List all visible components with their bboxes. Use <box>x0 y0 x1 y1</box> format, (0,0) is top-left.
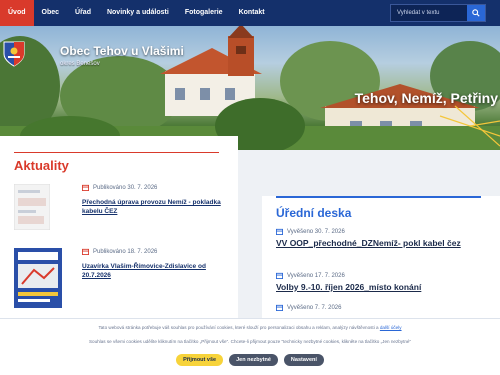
calendar-icon <box>276 272 283 279</box>
board-link[interactable]: VV OOP_přechodné_DZNemíž- pokl kabel čez <box>276 238 486 248</box>
news-date: Publikováno 30. 7. 2026 <box>82 184 157 191</box>
news-divider <box>14 152 219 153</box>
necessary-only-button[interactable]: Jen nezbytné <box>229 354 278 366</box>
site-title-block: Obec Tehov u Vlašimi okres Benešov <box>60 44 184 67</box>
news-link[interactable]: Uzavírka Vlašim-Římovice-Zdislavice od 2… <box>82 262 232 280</box>
search-input[interactable]: Vyhledat v textu <box>391 10 467 16</box>
news-date-text: Publikováno 30. 7. 2026 <box>93 184 158 191</box>
cookie-text-main: Tato webová stránka potřebuje váš souhla… <box>98 325 379 330</box>
board-date-text: Vyvěšeno 30. 7. 2026 <box>287 228 345 235</box>
board-link[interactable]: Volby 9.-10. říjen 2026_místo konání <box>276 282 486 292</box>
news-thumbnail[interactable] <box>14 184 50 230</box>
board-item[interactable]: Vyvěšeno 17. 7. 2026 Volby 9.-10. říjen … <box>276 272 486 292</box>
nav-item-kontakt[interactable]: Kontakt <box>231 0 273 26</box>
news-date-text: Publikováno 18. 7. 2026 <box>93 248 158 255</box>
calendar-icon <box>276 304 283 311</box>
search-button[interactable] <box>467 5 485 21</box>
board-heading[interactable]: Úřední deska <box>276 206 351 220</box>
nav-item-obec[interactable]: Obec <box>34 0 68 26</box>
top-navigation: Úvod Obec Úřad Novinky a události Fotoga… <box>0 0 500 26</box>
news-heading: Aktuality <box>14 158 69 173</box>
cookie-settings-button[interactable]: Nastavení <box>283 354 324 366</box>
news-thumbnail[interactable] <box>14 248 62 308</box>
board-date: Vyvěšeno 7. 7. 2026 <box>276 304 486 311</box>
nav-item-urad[interactable]: Úřad <box>67 0 99 26</box>
board-date: Vyvěšeno 30. 7. 2026 <box>276 228 486 235</box>
calendar-icon <box>82 248 89 255</box>
site-title[interactable]: Obec Tehov u Vlašimi <box>60 44 184 58</box>
cookie-consent-bar: Tato webová stránka potřebuje váš souhla… <box>0 318 500 375</box>
cookie-text: Tato webová stránka potřebuje váš souhla… <box>0 325 500 330</box>
search-icon <box>472 9 480 17</box>
search-box[interactable]: Vyhledat v textu <box>390 4 486 22</box>
calendar-icon <box>276 228 283 235</box>
coat-of-arms-logo[interactable] <box>3 41 25 67</box>
board-item[interactable]: Vyvěšeno 30. 7. 2026 VV OOP_přechodné_DZ… <box>276 228 486 248</box>
board-date: Vyvěšeno 17. 7. 2026 <box>276 272 486 279</box>
site-subtitle: okres Benešov <box>60 61 100 67</box>
nav-item-uvod[interactable]: Úvod <box>0 0 34 26</box>
calendar-icon <box>82 184 89 191</box>
hero-caption: Tehov, Nemíž, Petřiny <box>354 90 498 106</box>
cookie-buttons: Přijmout vše Jen nezbytné Nastavení <box>0 354 500 366</box>
nav-item-fotogalerie[interactable]: Fotogalerie <box>177 0 231 26</box>
board-divider <box>276 196 481 198</box>
news-date: Publikováno 18. 7. 2026 <box>82 248 157 255</box>
board-date-text: Vyvěšeno 17. 7. 2026 <box>287 272 345 279</box>
hero-banner: Obec Tehov u Vlašimi okres Benešov Tehov… <box>0 26 500 150</box>
cookie-text-secondary: Souhlas se všemi cookies udělíte kliknut… <box>88 339 412 344</box>
news-link[interactable]: Přechodná úprava provozu Nemíž - pokladk… <box>82 198 232 216</box>
board-item[interactable]: Vyvěšeno 7. 7. 2026 <box>276 304 486 311</box>
board-date-text: Vyvěšeno 7. 7. 2026 <box>287 304 342 311</box>
cookie-more-link[interactable]: další účely <box>380 325 402 330</box>
accept-all-button[interactable]: Přijmout vše <box>176 354 224 366</box>
nav-item-novinky[interactable]: Novinky a události <box>99 0 177 26</box>
